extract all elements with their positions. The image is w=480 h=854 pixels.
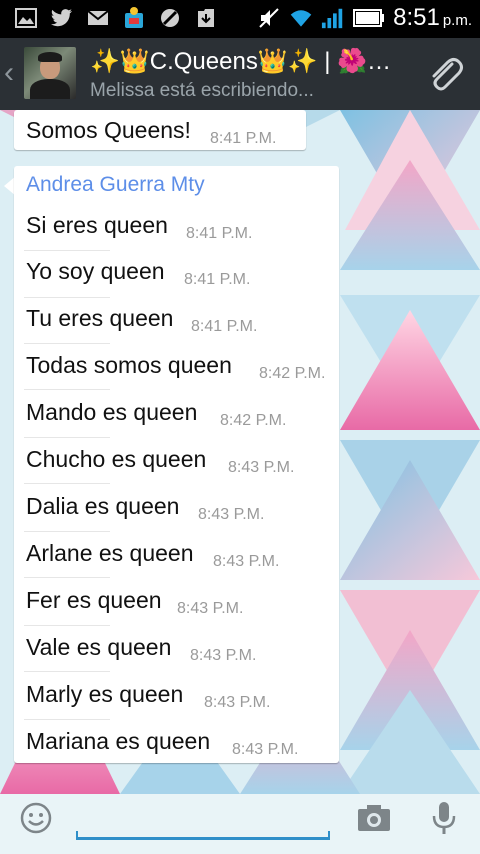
message-input-underline (76, 831, 330, 840)
message-divider (24, 671, 110, 672)
group-message-text: Tu eres queen (26, 305, 174, 331)
group-message-time: 8:43 P.M. (228, 459, 295, 476)
clock-ampm: p.m. (442, 12, 472, 29)
app-icon (122, 6, 146, 30)
message-divider (24, 483, 110, 484)
group-message-text: Mando es queen (26, 399, 198, 425)
message-divider (24, 577, 110, 578)
group-message-time: 8:43 P.M. (198, 506, 265, 523)
avatar[interactable] (24, 47, 76, 99)
message-divider (24, 389, 110, 390)
attach-icon[interactable] (424, 54, 464, 94)
chat-title[interactable]: ✨👑C.Queens👑✨ | 🌺… (90, 47, 410, 76)
message-time: 8:41 P.M. (210, 130, 277, 147)
blocked-icon (158, 6, 182, 30)
sender-name[interactable]: Andrea Guerra Mty (26, 173, 205, 197)
camera-icon[interactable] (356, 802, 392, 834)
message-divider (24, 297, 110, 298)
status-bar: 8:51 p.m. (0, 0, 480, 38)
download-icon (194, 6, 218, 30)
message-divider (24, 437, 110, 438)
group-message-text: Vale es queen (26, 634, 172, 660)
emoji-icon[interactable] (20, 802, 52, 834)
group-message-time: 8:43 P.M. (204, 694, 271, 711)
group-message-time: 8:43 P.M. (213, 553, 280, 570)
mic-icon[interactable] (430, 800, 458, 836)
group-message-text: Si eres queen (26, 212, 168, 238)
group-message-time: 8:42 P.M. (259, 365, 326, 382)
group-message-time: 8:41 P.M. (184, 271, 251, 288)
group-message-time: 8:41 P.M. (186, 225, 253, 242)
group-message-text: Todas somos queen (26, 352, 232, 378)
group-message-time: 8:42 P.M. (220, 412, 287, 429)
clock-time: 8:51 (393, 4, 440, 31)
message-input[interactable] (80, 808, 334, 836)
message-divider (24, 531, 110, 532)
message-divider (24, 625, 110, 626)
wifi-icon (289, 6, 313, 30)
back-icon[interactable]: ‹ (4, 58, 14, 88)
status-system-icons: 8:51 p.m. (257, 4, 472, 32)
battery-icon (353, 6, 385, 30)
signal-icon (321, 6, 345, 30)
group-message-text: Dalia es queen (26, 493, 180, 519)
group-message-time: 8:43 P.M. (232, 741, 299, 758)
chat-header: ‹ ✨👑C.Queens👑✨ | 🌺… Melissa está escribi… (0, 38, 480, 110)
message-divider (24, 719, 110, 720)
group-message-text: Yo soy queen (26, 258, 165, 284)
status-clock: 8:51 p.m. (393, 4, 472, 32)
twitter-icon (50, 6, 74, 30)
mail-icon (86, 6, 110, 30)
message-divider (24, 250, 110, 251)
group-message-time: 8:43 P.M. (190, 647, 257, 664)
group-message-time: 8:43 P.M. (177, 600, 244, 617)
typing-status: Melissa está escribiendo... (90, 80, 314, 101)
message-text: Somos Queens! (26, 117, 191, 143)
group-message-text: Marly es queen (26, 681, 184, 707)
group-message-text: Mariana es queen (26, 728, 211, 754)
message-divider (24, 343, 110, 344)
gallery-icon (14, 6, 38, 30)
group-message-time: 8:41 P.M. (191, 318, 258, 335)
group-message-text: Arlane es queen (26, 540, 194, 566)
mute-icon (257, 6, 281, 30)
status-notification-icons (14, 6, 218, 30)
group-message-text: Chucho es queen (26, 446, 207, 472)
group-message-text: Fer es queen (26, 587, 162, 613)
